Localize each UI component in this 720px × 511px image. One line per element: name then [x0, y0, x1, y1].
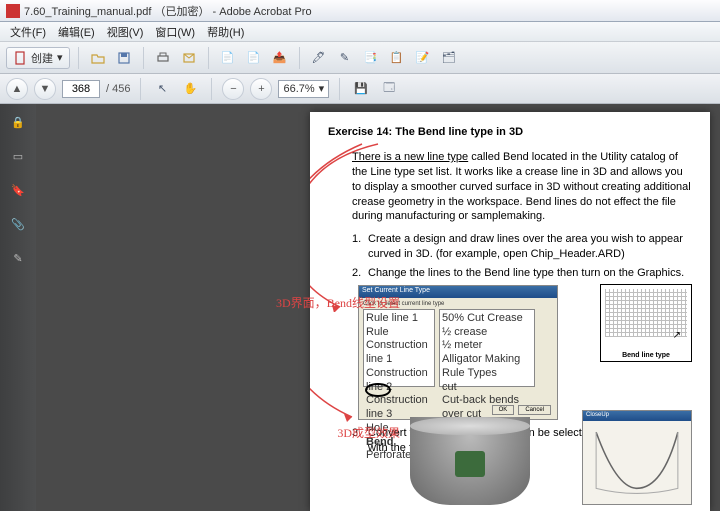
page-up-button[interactable]: ▲	[6, 78, 28, 100]
tool5-icon[interactable]: 📝	[412, 47, 434, 69]
arrow-icon: ↗	[673, 330, 681, 341]
lock-icon[interactable]: 🔒	[8, 112, 28, 132]
pointer-icon[interactable]: ↖	[151, 78, 173, 100]
workspace: 🔒 ▭ 🔖 📎 ✎ Exercise 14: The Bend line typ…	[0, 104, 720, 511]
step-2: 2.Change the lines to the Bend line type…	[352, 266, 692, 281]
print-icon[interactable]	[152, 47, 174, 69]
pdf-page: Exercise 14: The Bend line type in 3D Th…	[310, 112, 710, 511]
doc2-icon[interactable]: 📄	[243, 47, 265, 69]
create-label: 创建	[31, 50, 53, 66]
save2-icon[interactable]: 💾	[350, 78, 372, 100]
menu-edit[interactable]: 编辑(E)	[52, 24, 101, 40]
tool2-icon[interactable]: ✎	[334, 47, 356, 69]
menu-file[interactable]: 文件(F)	[4, 24, 52, 40]
left-list: Rule line 1RuleConstruction line 1Constr…	[363, 309, 435, 387]
cup-render	[410, 417, 530, 505]
dropdown-icon: ▾	[57, 51, 63, 64]
pages-icon[interactable]: ▭	[8, 146, 28, 166]
closeup-title: CloseUp	[583, 411, 691, 421]
doc-icon[interactable]: 📄	[217, 47, 239, 69]
page-down-button[interactable]: ▼	[34, 78, 56, 100]
pattern-label: Bend line type	[601, 352, 691, 359]
menu-view[interactable]: 视图(V)	[101, 24, 150, 40]
intro-text: There is a new line type called Bend loc…	[352, 150, 692, 224]
separator	[208, 47, 209, 69]
page-total: / 456	[106, 83, 130, 95]
separator	[143, 47, 144, 69]
page-input[interactable]	[62, 80, 100, 98]
app-icon	[6, 4, 20, 18]
dialog-buttons: OKCancel	[492, 405, 551, 415]
zoom-in-button[interactable]: +	[250, 78, 272, 100]
page-heading: Exercise 14: The Bend line type in 3D	[328, 126, 692, 138]
pattern-diagram: ↗ Bend line type	[600, 284, 692, 362]
document-canvas[interactable]: Exercise 14: The Bend line type in 3D Th…	[36, 104, 720, 511]
tool4-icon[interactable]: 📋	[386, 47, 408, 69]
open-icon[interactable]	[87, 47, 109, 69]
chevron-down-icon: ▾	[319, 82, 325, 95]
circle-annotation	[365, 383, 391, 397]
mail-icon[interactable]	[178, 47, 200, 69]
menu-window[interactable]: 窗口(W)	[149, 24, 201, 40]
separator	[299, 47, 300, 69]
export-icon[interactable]: 📤	[269, 47, 291, 69]
bookmark-icon[interactable]: 🔖	[8, 180, 28, 200]
annotation-1: 3D界面，Bend线型设置	[276, 294, 400, 311]
create-icon	[13, 51, 27, 65]
zoom-out-button[interactable]: −	[222, 78, 244, 100]
step-1: 1.Create a design and draw lines over th…	[352, 232, 692, 262]
separator	[78, 47, 79, 69]
menu-help[interactable]: 帮助(H)	[201, 24, 250, 40]
save-icon[interactable]	[113, 47, 135, 69]
page-toolbar: ▲ ▼ / 456 ↖ ✋ − + 66.7%▾ 💾 🗔	[0, 74, 720, 104]
separator	[211, 78, 212, 100]
view-icon[interactable]: 🗔	[378, 78, 400, 100]
hand-icon[interactable]: ✋	[179, 78, 201, 100]
annotation-2: 3D成型效果	[337, 424, 400, 441]
create-button[interactable]: 创建 ▾	[6, 47, 70, 69]
sign-icon[interactable]: ✎	[8, 248, 28, 268]
menu-bar: 文件(F) 编辑(E) 视图(V) 窗口(W) 帮助(H)	[0, 22, 720, 42]
window-title: 7.60_Training_manual.pdf （已加密） - Adobe A…	[24, 3, 312, 19]
separator	[140, 78, 141, 100]
tool3-icon[interactable]: 📑	[360, 47, 382, 69]
closeup-panel: CloseUp	[582, 410, 692, 505]
attach-icon[interactable]: 📎	[8, 214, 28, 234]
zoom-select[interactable]: 66.7%▾	[278, 80, 329, 98]
right-list: 50% Cut Crease½ crease½ meterAlligator M…	[439, 309, 535, 387]
main-toolbar: 创建 ▾ 📄 📄 📤 🖊 ✎ 📑 📋 📝 🗂	[0, 42, 720, 74]
tool6-icon[interactable]: 🗂	[438, 47, 460, 69]
sidebar: 🔒 ▭ 🔖 📎 ✎	[0, 104, 36, 511]
tool-icon[interactable]: 🖊	[308, 47, 330, 69]
title-bar: 7.60_Training_manual.pdf （已加密） - Adobe A…	[0, 0, 720, 22]
separator	[339, 78, 340, 100]
